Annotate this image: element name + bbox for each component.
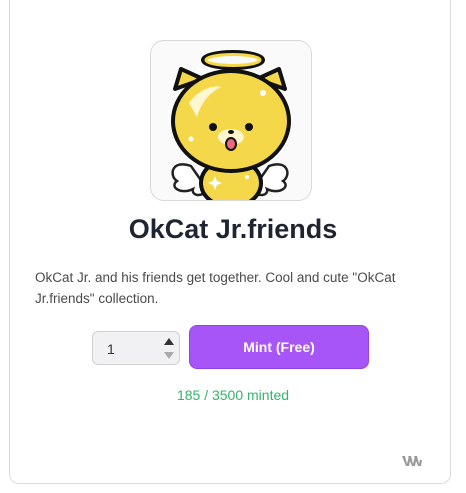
minted-count: 185 / 3500 minted [176, 387, 290, 403]
triangle-up-icon[interactable] [162, 335, 176, 348]
quantity-stepper[interactable] [92, 331, 180, 366]
okcat-angel-image [171, 50, 291, 200]
nft-image [150, 40, 312, 201]
quantity-input[interactable] [93, 332, 167, 366]
mint-button[interactable]: Mint (Free) [189, 325, 369, 369]
triangle-down-icon[interactable] [162, 349, 176, 362]
collection-title: OkCat Jr.friends [128, 214, 338, 244]
collection-description: OkCat Jr. and his friends get together. … [35, 270, 396, 306]
brand-logo-icon[interactable] [402, 454, 422, 468]
